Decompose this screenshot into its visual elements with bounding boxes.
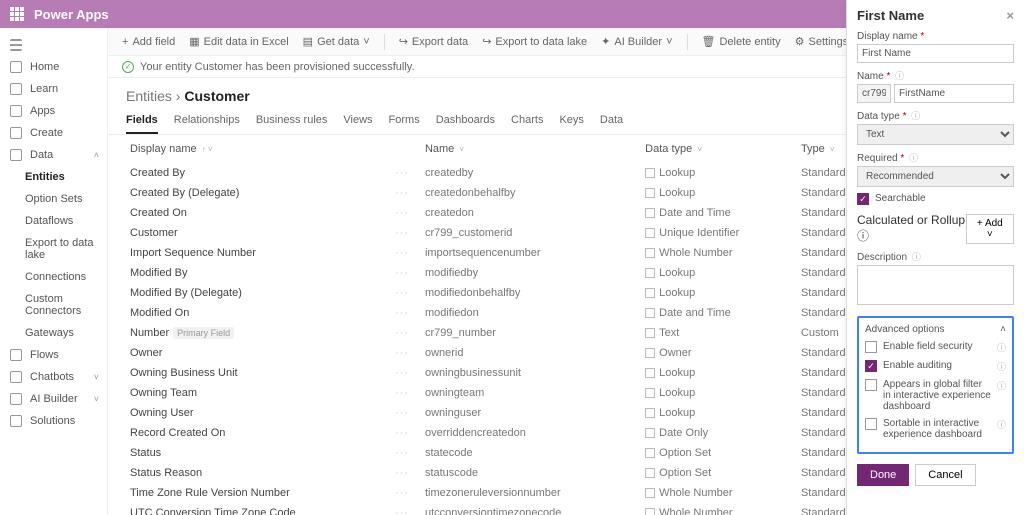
- nav-chatbots[interactable]: Chatbots˅: [0, 366, 107, 388]
- sortable-checkbox[interactable]: [865, 418, 877, 430]
- edit-excel-button[interactable]: ▦ Edit data in Excel: [189, 35, 288, 48]
- delete-entity-button[interactable]: 🗑 Delete entity: [702, 35, 781, 48]
- field-security-checkbox[interactable]: [865, 341, 877, 353]
- col-name[interactable]: Name ˅: [421, 135, 641, 163]
- cancel-button[interactable]: Cancel: [915, 464, 975, 486]
- add-field-button[interactable]: + Add field: [122, 36, 175, 48]
- datatype-label: Data type * ⓘ: [857, 109, 1014, 122]
- export-lake-button[interactable]: ↪ Export to data lake: [482, 35, 587, 48]
- breadcrumb-root[interactable]: Entities: [126, 88, 172, 104]
- check-icon: ✓: [122, 61, 134, 73]
- nav-flows[interactable]: Flows: [0, 344, 107, 366]
- global-filter-checkbox[interactable]: [865, 379, 877, 391]
- nav-dataflows[interactable]: Dataflows: [0, 210, 107, 232]
- nav-gateways[interactable]: Gateways: [0, 322, 107, 344]
- tab-data[interactable]: Data: [600, 114, 623, 134]
- info-icon: ⓘ: [997, 418, 1006, 431]
- tab-business-rules[interactable]: Business rules: [256, 114, 328, 134]
- nav-learn[interactable]: Learn: [0, 78, 107, 100]
- export-data-button[interactable]: ↪ Export data: [399, 35, 468, 48]
- chevron-up-icon: ˄: [94, 150, 99, 160]
- ai-builder-button[interactable]: ✦ AI Builder ˅: [601, 35, 672, 48]
- tab-views[interactable]: Views: [343, 114, 372, 134]
- tab-charts[interactable]: Charts: [511, 114, 543, 134]
- datatype-select[interactable]: Text: [857, 124, 1014, 145]
- info-icon: ⓘ: [997, 360, 1006, 373]
- nav-ai-builder[interactable]: AI Builder˅: [0, 388, 107, 410]
- advanced-options: Advanced options˄ Enable field securityⓘ…: [857, 316, 1014, 454]
- description-label: Description ⓘ: [857, 250, 1014, 263]
- nav-option-sets[interactable]: Option Sets: [0, 188, 107, 210]
- done-button[interactable]: Done: [857, 464, 909, 486]
- chevron-down-icon: ˅: [94, 372, 99, 382]
- name-prefix: [857, 84, 891, 103]
- required-label: Required * ⓘ: [857, 151, 1014, 164]
- hamburger-icon[interactable]: [0, 34, 107, 56]
- breadcrumb-current: Customer: [184, 88, 249, 104]
- display-name-input[interactable]: [857, 44, 1014, 63]
- col-display[interactable]: Display name ↑ ˅: [126, 135, 391, 163]
- tab-forms[interactable]: Forms: [389, 114, 420, 134]
- description-input[interactable]: [857, 265, 1014, 305]
- tab-dashboards[interactable]: Dashboards: [436, 114, 495, 134]
- waffle-icon[interactable]: [10, 7, 24, 21]
- settings-button[interactable]: ⚙ Settings: [795, 35, 849, 48]
- nav-apps[interactable]: Apps: [0, 100, 107, 122]
- field-properties-panel: First Name× Display name * Name * ⓘ Data…: [846, 0, 1024, 515]
- calc-label: Calculated or Rollup ⓘ: [857, 213, 966, 244]
- chevron-down-icon: ˅: [94, 394, 99, 404]
- nav-export-lake[interactable]: Export to data lake: [0, 232, 107, 266]
- info-icon: ⓘ: [857, 229, 869, 243]
- app-title: Power Apps: [34, 7, 977, 22]
- panel-title: First Name×: [857, 8, 1014, 23]
- get-data-button[interactable]: ▤ Get data ˅: [303, 35, 370, 48]
- tab-keys[interactable]: Keys: [559, 114, 583, 134]
- nav-solutions[interactable]: Solutions: [0, 410, 107, 432]
- chevron-up-icon: ˄: [1000, 324, 1006, 335]
- name-input[interactable]: [894, 84, 1014, 103]
- info-icon: ⓘ: [909, 153, 918, 163]
- info-icon: ⓘ: [895, 71, 904, 81]
- nav-data[interactable]: Data˄: [0, 144, 107, 166]
- info-icon: ⓘ: [997, 341, 1006, 354]
- auditing-checkbox[interactable]: ✓: [865, 360, 877, 372]
- left-nav: Home Learn Apps Create Data˄ Entities Op…: [0, 28, 108, 515]
- nav-create[interactable]: Create: [0, 122, 107, 144]
- info-icon: ⓘ: [911, 111, 920, 121]
- nav-home[interactable]: Home: [0, 56, 107, 78]
- info-icon: ⓘ: [912, 252, 921, 262]
- searchable-checkbox[interactable]: ✓: [857, 193, 869, 205]
- tab-relationships[interactable]: Relationships: [174, 114, 240, 134]
- col-datatype[interactable]: Data type ˅: [641, 135, 797, 163]
- display-name-label: Display name *: [857, 31, 1014, 42]
- info-icon: ⓘ: [997, 379, 1006, 392]
- close-icon[interactable]: ×: [1006, 8, 1014, 23]
- nav-custom-connectors[interactable]: Custom Connectors: [0, 288, 107, 322]
- nav-entities[interactable]: Entities: [0, 166, 107, 188]
- nav-connections[interactable]: Connections: [0, 266, 107, 288]
- advanced-toggle[interactable]: Advanced options˄: [865, 324, 1006, 335]
- tab-fields[interactable]: Fields: [126, 114, 158, 134]
- name-label: Name * ⓘ: [857, 69, 1014, 82]
- required-select[interactable]: Recommended: [857, 166, 1014, 187]
- add-button[interactable]: Add ˅: [966, 214, 1014, 244]
